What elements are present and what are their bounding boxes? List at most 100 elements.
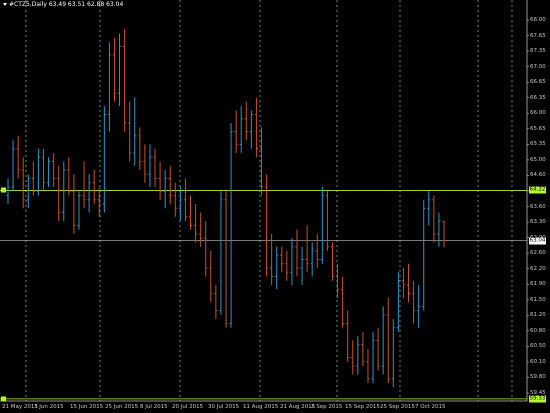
date-tick: 21 Aug 2015 [280,404,316,410]
date-tick: 2 Sep 2015 [311,404,343,410]
ohlc-bar [57,165,61,222]
price-tick: 66.65 [530,79,546,86]
ohlc-bar [16,135,20,179]
chart-plot-area[interactable] [0,0,550,413]
ohlc-bar [178,187,182,222]
price-tick: 61.90 [530,281,546,288]
ohlc-bar [112,37,116,102]
ohlc-bar [275,246,279,290]
ohlc-bar [371,331,375,384]
ohlc-values: 63.49 63.51 62.88 63.04 [48,1,124,8]
ohlc-bar [133,97,137,166]
caret-down-icon [3,3,7,6]
hline-label-lower: 59.33 [529,395,546,403]
ohlc-bar [163,169,167,209]
ohlc-bar [138,127,142,170]
ohlc-bar [336,263,340,298]
date-tick: 15 Sep 2015 [345,404,380,410]
ohlc-bar [92,169,96,205]
ohlc-bar [366,348,370,384]
price-tick: 60.10 [530,358,546,365]
ohlc-bar [325,191,329,251]
ohlc-bar [148,144,152,188]
ohlc-bar [437,212,441,247]
ohlc-bar [442,220,446,248]
hline-label-upper: 64.22 [529,186,546,194]
ohlc-bar [254,97,258,158]
ohlc-bar [310,242,314,277]
ohlc-bar [330,242,334,281]
ohlc-bar [422,199,426,311]
ohlc-bar [21,157,25,209]
ohlc-bar [6,178,10,205]
date-tick: 8 Jul 2015 [140,404,168,410]
date-tick: 20 Jul 2015 [172,404,204,410]
ohlc-bar [153,148,157,188]
ohlc-bar [407,263,411,303]
price-tick: 67.00 [530,63,546,70]
hline-marker-lower[interactable] [1,396,6,402]
ohlc-bar [234,110,238,153]
ohlc-bar [285,250,289,281]
price-tick: 62.20 [530,265,546,272]
price-tick: 68.00 [530,17,546,23]
ohlc-bar [320,187,324,264]
price-tick: 64.60 [530,172,546,179]
price-tick: 65.00 [530,156,546,163]
current-price-label: 63.04 [529,237,546,245]
ohlc-bar [376,327,380,371]
ohlc-bar [41,148,45,192]
price-tick: 66.00 [530,110,546,117]
date-tick: 21 May 2015 [2,404,38,410]
price-tick: 59.80 [530,374,546,381]
ohlc-bar [204,221,208,277]
ohlc-bar [107,42,111,132]
ohlc-bar [356,336,360,375]
ohlc-bar [432,195,436,243]
ohlc-bar [118,33,122,107]
ohlc-bar [102,106,106,213]
ohlc-bar [67,157,71,196]
ohlc-bar [270,233,274,286]
price-tick: 67.65 [530,32,546,39]
ohlc-bar [341,276,345,328]
chart-window[interactable]: #CTZ5,Daily 63.49 63.51 62.88 63.04 68.0… [0,0,550,413]
date-tick: 7 Oct 2015 [415,404,446,410]
ohlc-bar [351,340,355,375]
ohlc-bar [401,268,405,298]
ohlc-bar [52,152,56,188]
ohlc-bar [239,106,243,153]
date-tick: 25 Sep 2015 [380,404,415,410]
price-tick: 65.65 [530,125,546,132]
ohlc-bar [315,233,319,268]
chart-title: #CTZ5,Daily 63.49 63.51 62.88 63.04 [3,1,123,8]
ohlc-bar [229,123,233,328]
ohlc-bar [128,101,132,162]
ohlc-bar [249,110,253,149]
price-tick: 60.50 [530,343,546,350]
ohlc-bar [77,191,81,230]
price-tick: 62.60 [530,250,546,257]
ohlc-bar [209,250,213,303]
price-tick: 61.20 [530,312,546,319]
ohlc-bar [427,191,431,226]
ohlc-bar [199,212,203,247]
ohlc-bar [97,187,101,217]
ohlc-bar [26,174,30,209]
ohlc-bar [183,178,187,222]
price-tick: 60.80 [530,327,546,334]
ohlc-bar [82,161,86,209]
date-tick: 30 Jul 2015 [208,404,240,410]
ohlc-bar [158,161,162,200]
ohlc-bar [346,310,350,362]
ohlc-bar [62,161,66,222]
ohlc-bar [391,319,395,388]
hline-marker-upper[interactable] [1,187,6,193]
ohlc-bar [87,174,91,213]
date-tick: 3 Jun 2015 [34,404,64,410]
ohlc-bar [11,140,15,192]
ohlc-bar [143,144,147,183]
ohlc-bar [214,285,218,320]
ohlc-bar [381,306,385,375]
ohlc-bar [244,101,248,141]
